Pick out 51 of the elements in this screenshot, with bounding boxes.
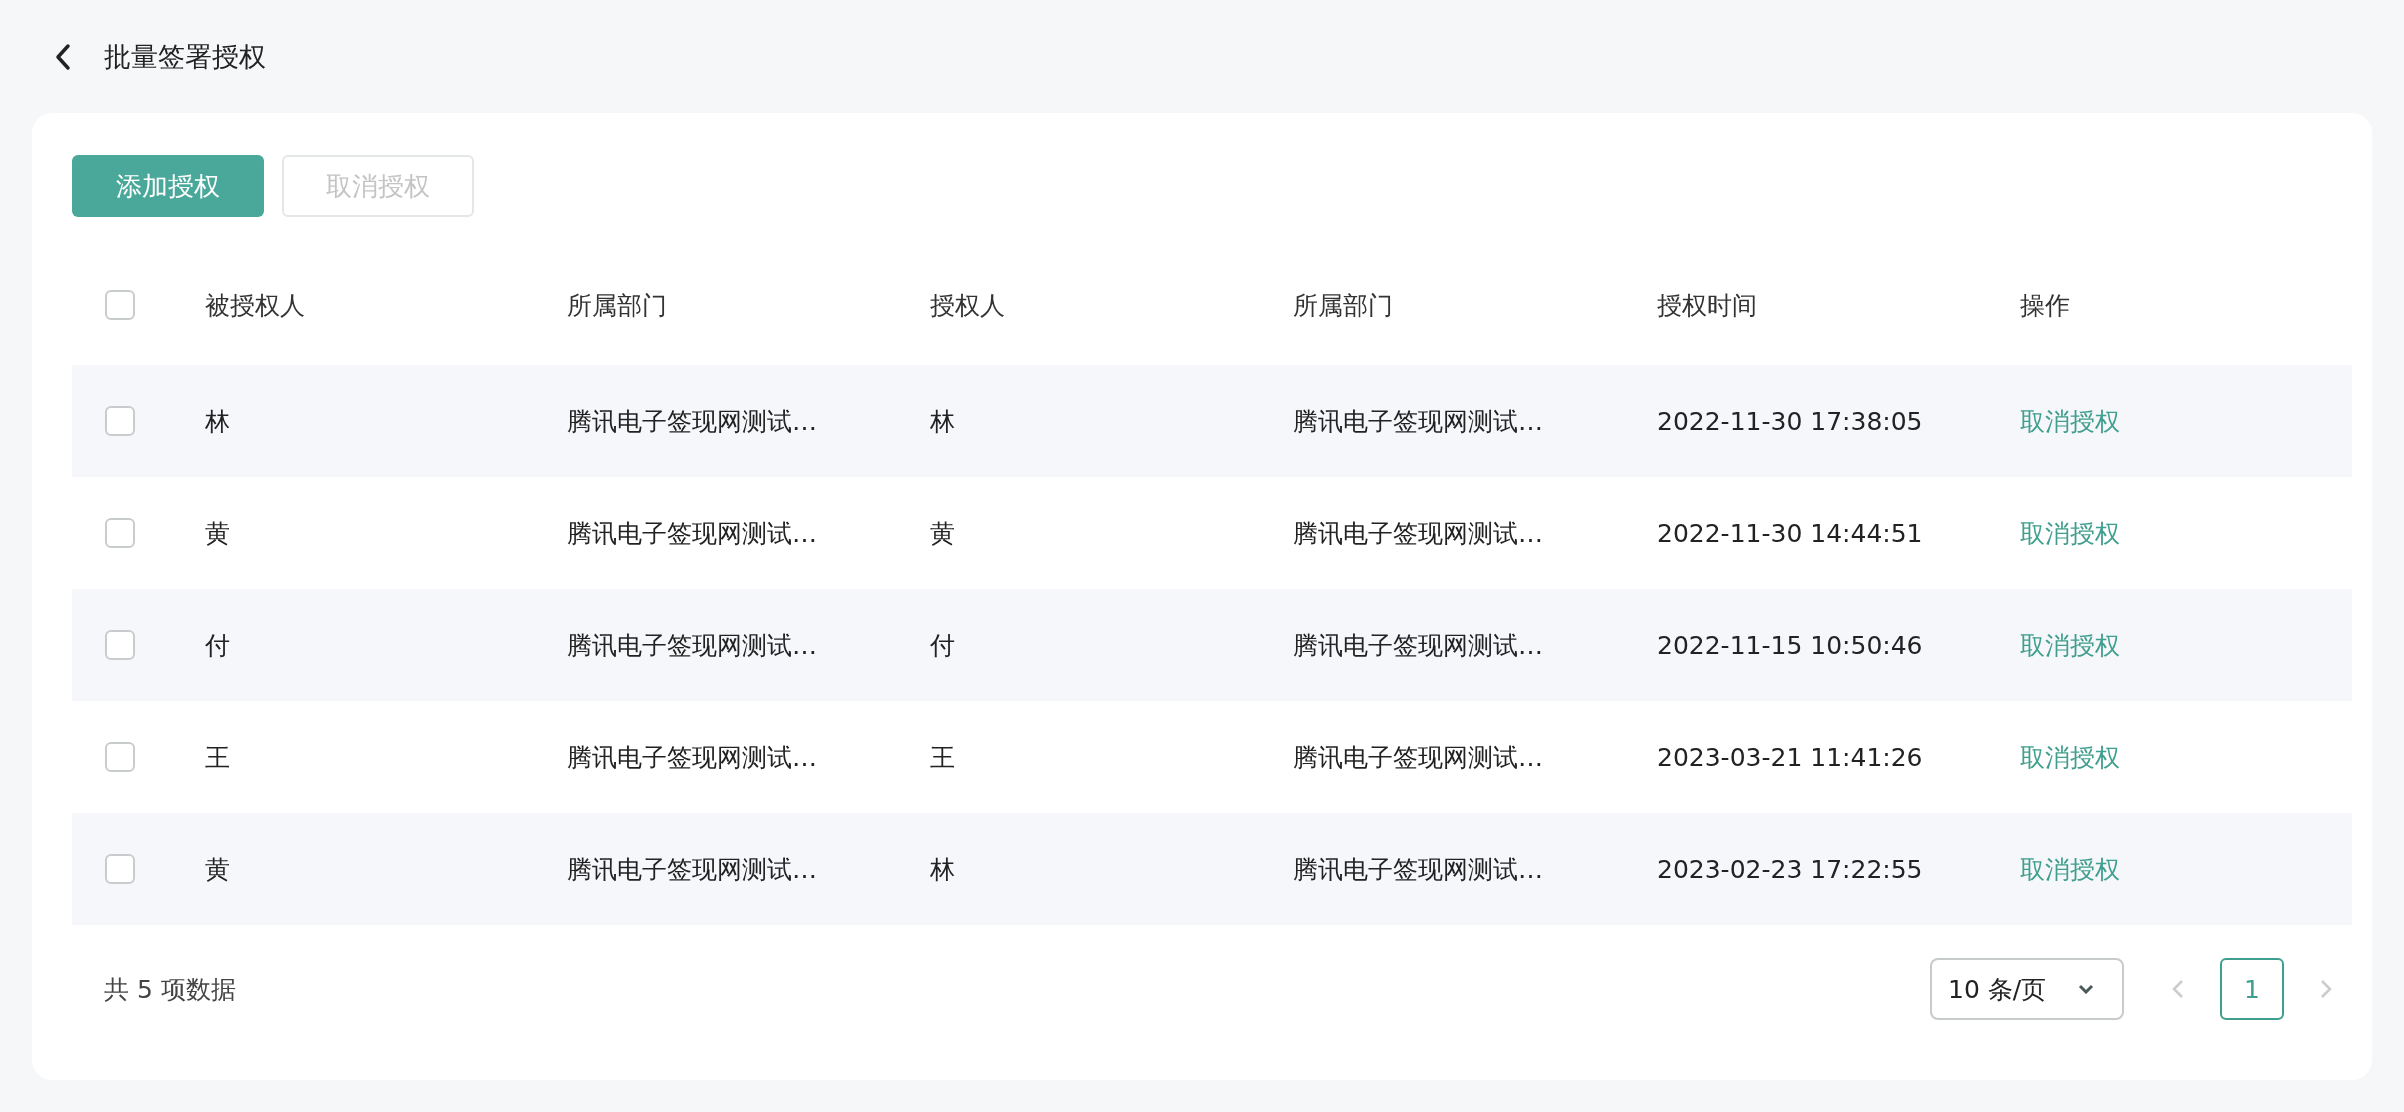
cancel-link[interactable]: 取消授权 <box>2020 406 2120 436</box>
row-checkbox[interactable] <box>105 854 135 884</box>
column-header: 授权时间 <box>1657 290 1757 320</box>
table-cell: 腾讯电子签现网测试… <box>567 854 817 884</box>
chevron-down-icon <box>2078 984 2094 994</box>
table-cell: 王 <box>930 742 955 772</box>
table-cell: 腾讯电子签现网测试… <box>567 406 817 436</box>
cancel-link[interactable]: 取消授权 <box>2020 630 2120 660</box>
table-cell: 2022-11-30 14:44:51 <box>1657 518 1923 548</box>
page-size-select[interactable]: 10 条/页 <box>1930 958 2124 1020</box>
table-cell: 黄 <box>930 518 955 548</box>
column-header: 所属部门 <box>1293 290 1393 320</box>
table-cell: 2023-03-21 11:41:26 <box>1657 742 1923 772</box>
row-checkbox[interactable] <box>105 518 135 548</box>
table-cell: 黄 <box>205 518 230 548</box>
row-checkbox[interactable] <box>105 742 135 772</box>
table-cell: 腾讯电子签现网测试… <box>1293 854 1543 884</box>
table-cell: 腾讯电子签现网测试… <box>1293 742 1543 772</box>
table-cell: 林 <box>205 406 230 436</box>
table-cell: 2023-02-23 17:22:55 <box>1657 854 1923 884</box>
table-cell: 腾讯电子签现网测试… <box>1293 518 1543 548</box>
column-header: 所属部门 <box>567 290 667 320</box>
next-page-icon[interactable] <box>2320 979 2332 999</box>
table-cell: 王 <box>205 742 230 772</box>
table-cell: 林 <box>930 406 955 436</box>
page-title: 批量签署授权 <box>104 39 266 74</box>
select-all-checkbox[interactable] <box>105 290 135 320</box>
table-cell: 2022-11-15 10:50:46 <box>1657 630 1923 660</box>
cancel-link[interactable]: 取消授权 <box>2020 742 2120 772</box>
row-checkbox[interactable] <box>105 630 135 660</box>
table-cell: 腾讯电子签现网测试… <box>1293 630 1543 660</box>
table-cell: 黄 <box>205 854 230 884</box>
table-cell: 付 <box>205 630 230 660</box>
column-header: 被授权人 <box>205 290 305 320</box>
table-cell: 付 <box>930 630 955 660</box>
previous-page-icon[interactable] <box>2172 979 2184 999</box>
cancel-link[interactable]: 取消授权 <box>2020 854 2120 884</box>
cancel-link[interactable]: 取消授权 <box>2020 518 2120 548</box>
back-icon[interactable] <box>54 42 72 71</box>
table-cell: 腾讯电子签现网测试… <box>1293 406 1543 436</box>
column-header: 授权人 <box>930 290 1005 320</box>
add-button[interactable]: 添加授权 <box>72 155 264 217</box>
table-cell: 腾讯电子签现网测试… <box>567 742 817 772</box>
page-button[interactable]: 1 <box>2220 958 2284 1020</box>
table-cell: 腾讯电子签现网测试… <box>567 518 817 548</box>
total-count: 共 5 项数据 <box>104 973 236 1006</box>
table-cell: 2022-11-30 17:38:05 <box>1657 406 1923 436</box>
table-cell: 腾讯电子签现网测试… <box>567 630 817 660</box>
table-cell: 林 <box>930 854 955 884</box>
column-header: 操作 <box>2020 290 2070 320</box>
row-checkbox[interactable] <box>105 406 135 436</box>
